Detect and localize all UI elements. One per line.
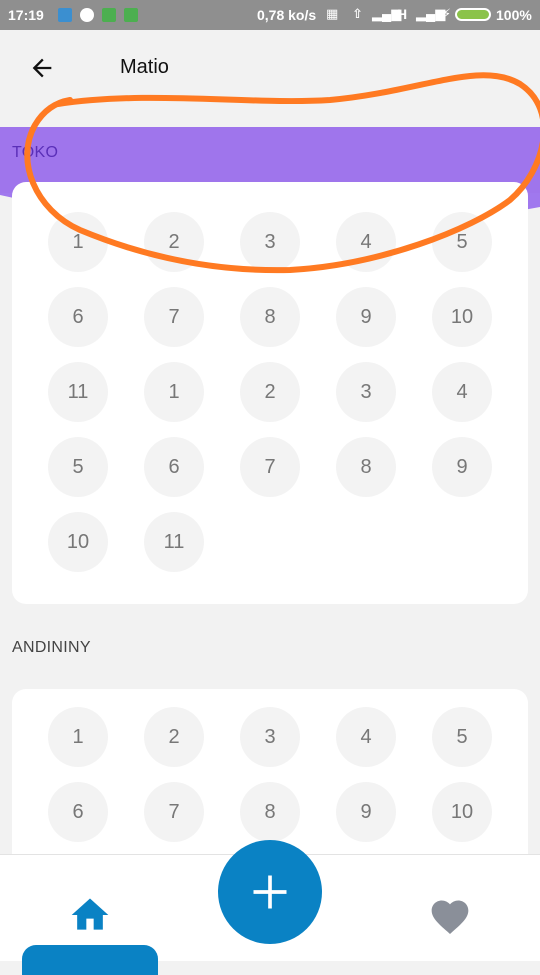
verse-grid: 1 2 3 4 5 6 7 8 9 10	[48, 707, 492, 842]
chapter-number-button[interactable]: 4	[336, 212, 396, 272]
chapter-card: 1 2 3 4 5 6 7 8 9 10 11 1 2 3 4 5 6 7 8 9 10 11	[12, 182, 528, 604]
home-icon	[71, 898, 109, 930]
chapter-number-button[interactable]: 3	[336, 362, 396, 422]
net-speed: 0,78 ko/s	[257, 7, 317, 23]
charging-icon: ⚡	[442, 6, 452, 21]
section-label-andininy: ANDININY	[12, 639, 91, 656]
chapter-number-button[interactable]: 1	[48, 212, 108, 272]
chapter-number-button[interactable]: 7	[144, 287, 204, 347]
chapter-number-button[interactable]: 4	[432, 362, 492, 422]
verse-number-button[interactable]: 4	[336, 707, 396, 767]
chapter-number-button[interactable]: 2	[240, 362, 300, 422]
battery-percent: 100%	[496, 7, 532, 23]
app-icon	[80, 8, 94, 22]
battery-icon	[455, 8, 491, 21]
verse-number-button[interactable]: 9	[336, 782, 396, 842]
verse-number-button[interactable]: 7	[144, 782, 204, 842]
verse-number-button[interactable]: 3	[240, 707, 300, 767]
chapter-number-button[interactable]: 9	[432, 437, 492, 497]
verse-number-button[interactable]: 8	[240, 782, 300, 842]
back-button[interactable]	[22, 48, 62, 88]
chapter-number-button[interactable]: 3	[240, 212, 300, 272]
chapter-number-button[interactable]: 10	[48, 512, 108, 572]
active-tab-indicator	[22, 945, 158, 975]
chapter-number-button[interactable]: 1	[144, 362, 204, 422]
app-header: Matio	[0, 30, 540, 106]
vibrate-icon: ▦	[326, 6, 339, 21]
plus-icon	[253, 875, 287, 909]
nav-home-button[interactable]	[68, 893, 112, 937]
bluetooth-icon: ⇧	[352, 6, 363, 21]
signal-icon: ▂▄▆	[416, 6, 446, 21]
network-type: H	[397, 6, 408, 22]
chapter-number-button[interactable]: 11	[144, 512, 204, 572]
chapter-grid: 1 2 3 4 5 6 7 8 9 10 11 1 2 3 4 5 6 7 8 9 10 11	[48, 212, 492, 572]
chapter-number-button[interactable]: 6	[144, 437, 204, 497]
section-label-toko: TOKO	[12, 144, 59, 161]
status-bar: 17:19 0,78 ko/s ▦ ⇧ ▂▄▆ H ▂▄▆ ⚡ 100%	[0, 0, 540, 30]
chapter-number-button[interactable]: 5	[48, 437, 108, 497]
chapter-number-button[interactable]: 6	[48, 287, 108, 347]
chapter-number-button[interactable]: 5	[432, 212, 492, 272]
usb-icon	[58, 8, 72, 22]
verse-number-button[interactable]: 6	[48, 782, 108, 842]
arrow-left-icon	[32, 58, 52, 78]
page-title: Matio	[120, 56, 169, 78]
app-icon	[124, 8, 138, 22]
chapter-number-button[interactable]: 8	[240, 287, 300, 347]
verse-number-button[interactable]: 10	[432, 782, 492, 842]
add-button[interactable]	[218, 840, 322, 944]
chapter-number-button[interactable]: 10	[432, 287, 492, 347]
chapter-number-button[interactable]: 8	[336, 437, 396, 497]
app-icon	[102, 8, 116, 22]
notification-icons	[58, 8, 138, 22]
verse-number-button[interactable]: 2	[144, 707, 204, 767]
nav-favorite-button[interactable]	[428, 895, 472, 939]
chapter-number-button[interactable]: 7	[240, 437, 300, 497]
verse-number-button[interactable]: 1	[48, 707, 108, 767]
chapter-number-button[interactable]: 9	[336, 287, 396, 347]
chapter-number-button[interactable]: 2	[144, 212, 204, 272]
status-time: 17:19	[8, 7, 44, 23]
heart-icon	[431, 900, 469, 935]
chapter-number-button[interactable]: 11	[48, 362, 108, 422]
verse-number-button[interactable]: 5	[432, 707, 492, 767]
